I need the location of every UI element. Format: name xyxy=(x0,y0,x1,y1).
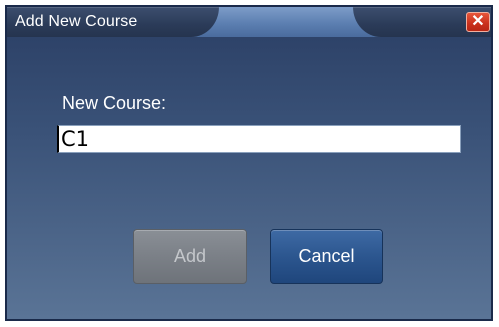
new-course-label: New Course: xyxy=(62,93,167,113)
new-course-input[interactable] xyxy=(57,125,461,153)
close-button[interactable]: ✕ xyxy=(466,12,490,32)
add-button[interactable]: Add xyxy=(133,229,247,284)
dialog-title: Add New Course xyxy=(15,13,138,30)
cancel-button[interactable]: Cancel xyxy=(270,229,383,284)
close-icon: ✕ xyxy=(471,13,485,30)
title-bar[interactable]: Add New Course ✕ xyxy=(7,7,491,37)
add-new-course-dialog: Add New Course ✕ New Course: Add Cancel xyxy=(5,5,493,321)
